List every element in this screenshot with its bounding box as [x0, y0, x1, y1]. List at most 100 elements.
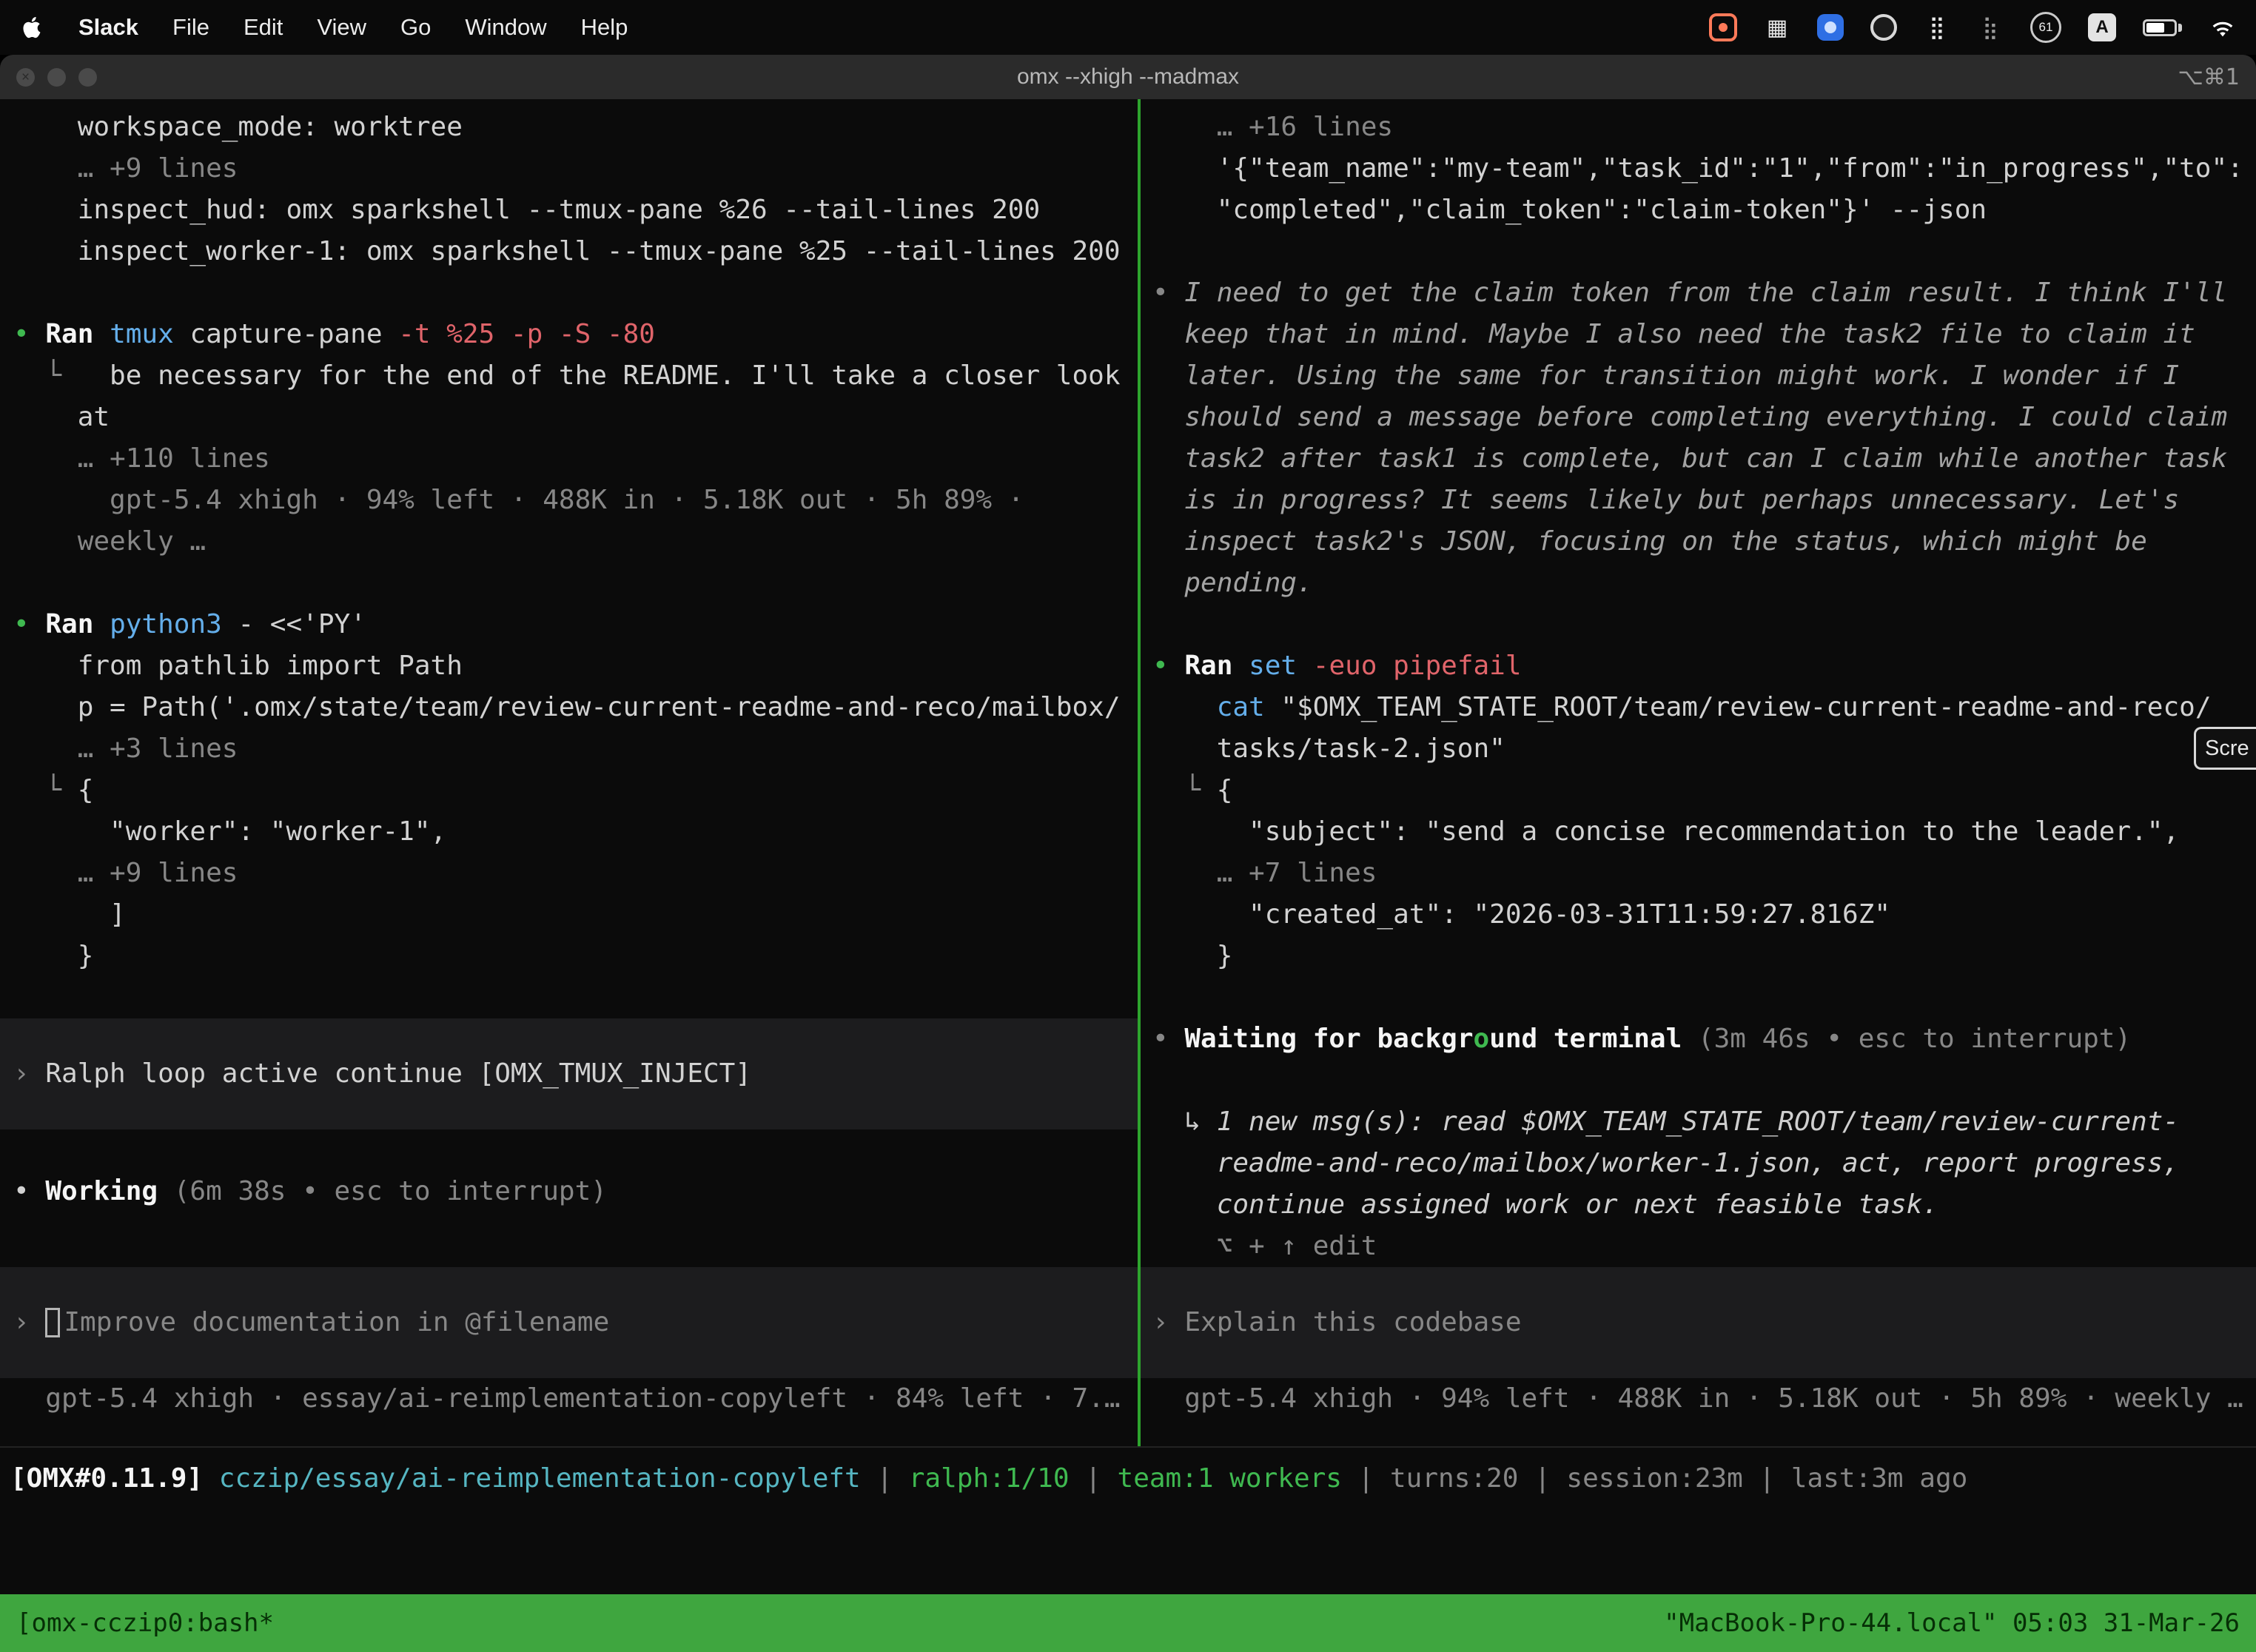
terminal-line: gpt-5.4 xhigh · essay/ai-reimplementatio…: [13, 1378, 1138, 1420]
terminal-line: "worker": "worker-1",: [13, 811, 1138, 853]
app-menu-slack[interactable]: Slack: [78, 14, 138, 41]
menu-file[interactable]: File: [172, 14, 209, 41]
terminal-line: ]: [13, 894, 1138, 936]
terminal-line: '{"team_name":"my-team","task_id":"1","f…: [1152, 148, 2256, 189]
battery-body: [2143, 19, 2177, 36]
left-terminal-pane[interactable]: workspace_mode: worktree … +9 lines insp…: [0, 99, 1138, 1446]
keypad-icon[interactable]: ⣷: [1977, 11, 2004, 44]
terminal-line: ⌥ + ↑ edit: [1152, 1226, 2256, 1267]
text-segment: |: [1518, 1463, 1566, 1494]
input-source-icon[interactable]: A: [2088, 13, 2116, 41]
text-segment: team:1 workers: [1118, 1463, 1342, 1494]
text-segment: tasks/task-2.json": [1152, 733, 1505, 764]
wifi-icon[interactable]: [2209, 11, 2237, 44]
blank-line: [13, 1212, 1138, 1254]
text-segment: capture-pane: [189, 319, 398, 349]
terminal-line: • Ran tmux capture-pane -t %25 -p -S -80: [13, 314, 1138, 355]
minimize-button[interactable]: [47, 68, 66, 87]
zoom-button[interactable]: [78, 68, 97, 87]
text-segment: |: [861, 1463, 909, 1494]
text-segment: |: [1342, 1463, 1390, 1494]
text-segment: last:3m ago: [1791, 1463, 1967, 1494]
blank-line: [13, 563, 1138, 604]
window-title: omx --xhigh --madmax: [1017, 64, 1239, 90]
horizontal-divider: [0, 1446, 2256, 1448]
text-segment: … +9 lines: [13, 858, 238, 888]
text-segment: "$OMX_TEAM_STATE_ROOT/team/review-curren…: [1280, 692, 2211, 722]
composer-input-left[interactable]: › Improve documentation in @filename: [0, 1267, 1138, 1378]
right-terminal-pane[interactable]: … +16 lines '{"team_name":"my-team","tas…: [1141, 99, 2256, 1446]
terminal-line: "completed","claim_token":"claim-token"}…: [1152, 189, 2256, 231]
screen-recording-icon[interactable]: [1709, 13, 1737, 41]
text-segment: - <<'PY': [238, 609, 366, 639]
terminal-line: later. Using the same for transition mig…: [1152, 355, 2256, 397]
terminal-line: }: [1152, 936, 2256, 977]
terminal-line: workspace_mode: worktree: [13, 107, 1138, 148]
terminal-line: continue assigned work or next feasible …: [1152, 1184, 2256, 1226]
text-segment: Improve documentation in @filename: [64, 1302, 609, 1343]
text-segment: "created_at": "2026-03-31T11:59:27.816Z": [1152, 899, 1890, 930]
text-segment: should send a message before completing …: [1152, 402, 2227, 432]
text-segment: •: [13, 609, 45, 639]
terminal-line: • Ran python3 - <<'PY': [13, 604, 1138, 645]
menubar-status-icons: ▦ ⣿ ⣷ 61 A: [1709, 11, 2237, 44]
terminal-line: keep that in mind. Maybe I also need the…: [1152, 314, 2256, 355]
text-segment: Ran: [45, 609, 110, 639]
grid-app-icon[interactable]: ▦: [1764, 11, 1790, 44]
text-segment: at: [13, 402, 110, 432]
terminal-line: is in progress? It seems likely but perh…: [1152, 480, 2256, 521]
text-segment: be necessary for the end of the README. …: [78, 360, 1121, 391]
menu-go[interactable]: Go: [400, 14, 431, 41]
text-segment: cat: [1217, 692, 1281, 722]
text-segment: o: [1474, 1024, 1490, 1054]
text-segment: python3: [110, 609, 238, 639]
close-button[interactable]: ×: [16, 68, 35, 87]
blank-line: [13, 977, 1138, 1018]
text-segment: Explain this codebase: [1184, 1302, 1521, 1343]
recording-dot: [1719, 23, 1728, 32]
text-segment: |: [1743, 1463, 1791, 1494]
titlebar-shortcut: ⌥⌘1: [2178, 64, 2240, 90]
terminal-line: … +3 lines: [13, 728, 1138, 770]
text-segment: … +110 lines: [13, 443, 270, 474]
text-segment: turns:20: [1390, 1463, 1518, 1494]
text-segment: ralph:1/10: [909, 1463, 1070, 1494]
terminal-line: └ {: [1152, 770, 2256, 811]
window-titlebar[interactable]: × omx --xhigh --madmax ⌥⌘1: [0, 55, 2256, 99]
battery-nub: [2178, 24, 2182, 32]
menu-window[interactable]: Window: [465, 14, 546, 41]
menu-view[interactable]: View: [317, 14, 366, 41]
text-segment: •: [1152, 1024, 1184, 1054]
text-segment: keep that in mind. Maybe I also need the…: [1152, 319, 2195, 349]
round-app-icon[interactable]: [1870, 14, 1897, 41]
battery-icon[interactable]: [2143, 11, 2182, 44]
text-segment: continue assigned work or next feasible …: [1152, 1189, 1938, 1220]
ralph-loop-banner: › Ralph loop active continue [OMX_TMUX_I…: [0, 1018, 1138, 1129]
text-segment: -t %25 -p -S -80: [398, 319, 655, 349]
text-segment: ›: [1152, 1302, 1184, 1343]
text-segment: set: [1249, 651, 1313, 681]
text-segment: }: [13, 941, 93, 971]
dots-grid-icon[interactable]: ⣿: [1924, 11, 1950, 44]
text-segment: └: [13, 360, 78, 391]
terminal-line: └ be necessary for the end of the README…: [13, 355, 1138, 397]
terminal-line: … +110 lines: [13, 438, 1138, 480]
text-segment: |: [1070, 1463, 1118, 1494]
terminal-window: × omx --xhigh --madmax ⌥⌘1 workspace_mod…: [0, 55, 2256, 1652]
text-segment: tmux: [110, 319, 189, 349]
gauge-icon[interactable]: 61: [2030, 12, 2061, 43]
text-segment: Ran: [1184, 651, 1249, 681]
input-source-letter: A: [2095, 17, 2108, 38]
apple-menu-icon[interactable]: [19, 15, 44, 40]
text-segment: und terminal: [1489, 1024, 1698, 1054]
menu-help[interactable]: Help: [581, 14, 628, 41]
blue-app-icon[interactable]: [1817, 14, 1844, 41]
text-segment: •: [1152, 278, 1184, 308]
text-segment: from pathlib import Path: [13, 651, 463, 681]
menu-edit[interactable]: Edit: [244, 14, 283, 41]
text-segment: [1152, 692, 1217, 722]
composer-input-right[interactable]: › Explain this codebase: [1141, 1267, 2256, 1378]
gauge-value: 61: [2039, 20, 2053, 35]
text-segment: ↳ 1 new msg(s): read $OMX_TEAM_STATE_ROO…: [1152, 1107, 2179, 1137]
terminal-line: • Working (6m 38s • esc to interrupt): [13, 1171, 1138, 1212]
